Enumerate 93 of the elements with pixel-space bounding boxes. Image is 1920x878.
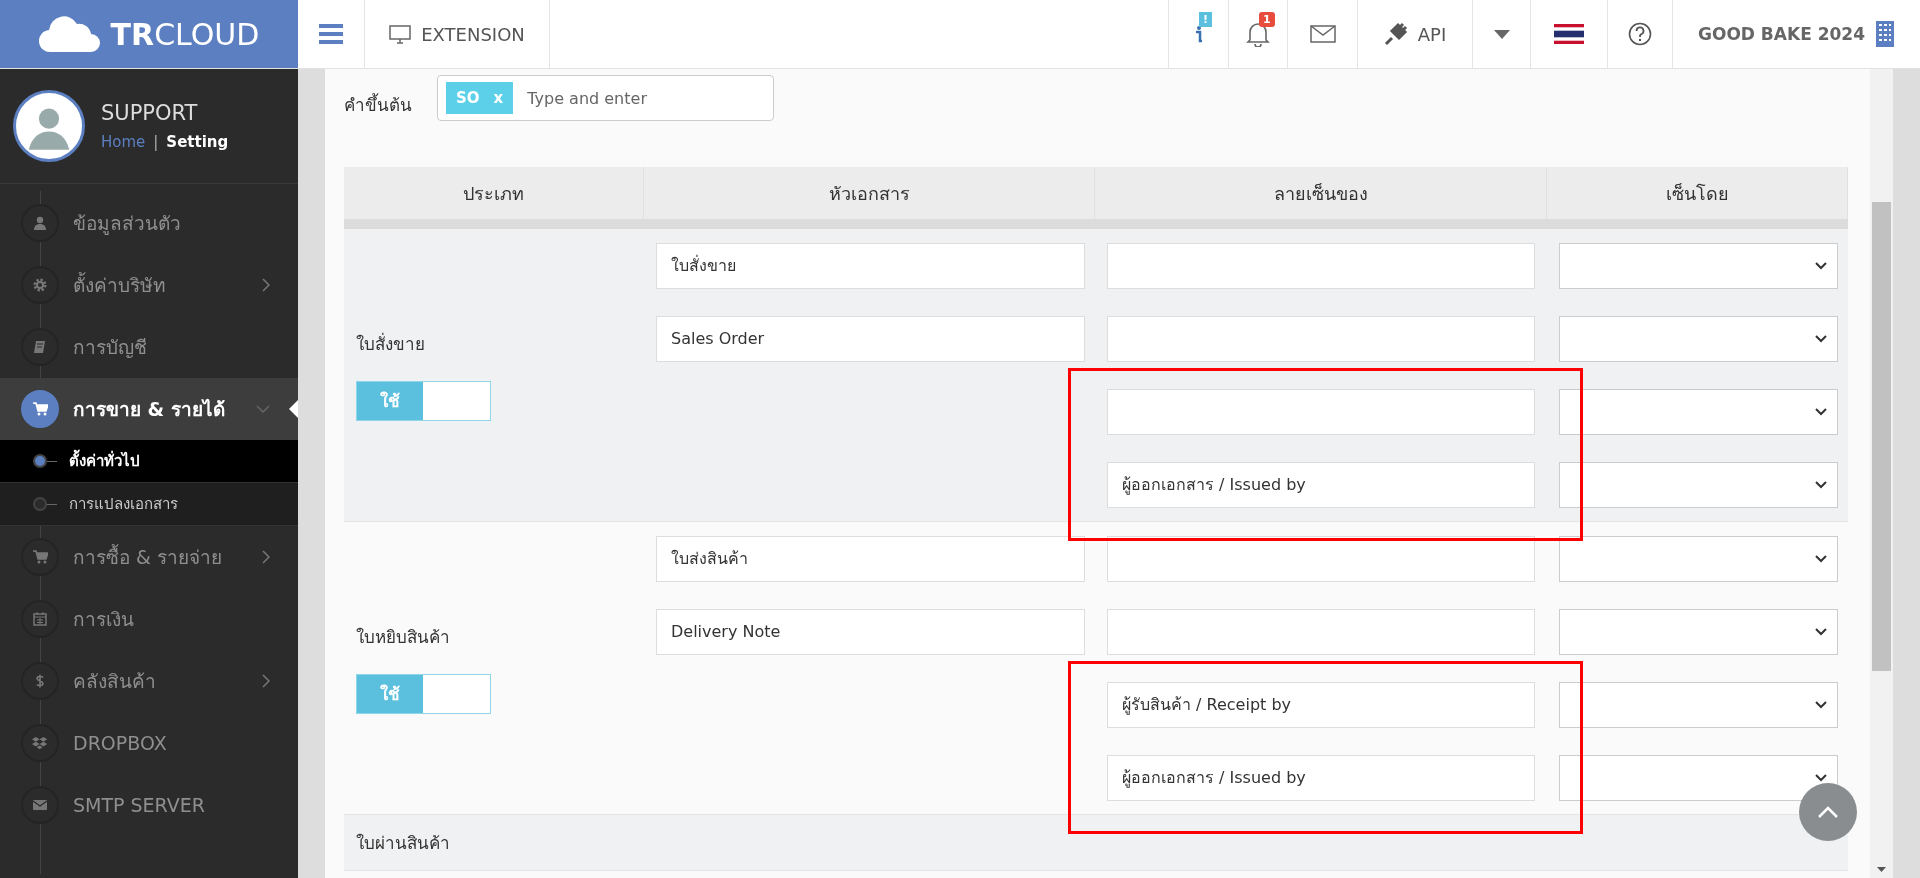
signature-field[interactable] bbox=[1107, 242, 1535, 289]
caret-icon bbox=[1493, 29, 1510, 39]
signer-select[interactable] bbox=[1559, 608, 1838, 655]
chevron-down-icon bbox=[1815, 261, 1827, 270]
gear-icon bbox=[32, 277, 48, 293]
column-header: เซ็นโดย bbox=[1547, 167, 1848, 219]
envelope-icon bbox=[1309, 25, 1336, 43]
sidebar-item[interactable]: การขาย & รายได้ bbox=[0, 378, 298, 440]
brand-logo[interactable]: TRCLOUD bbox=[0, 0, 298, 68]
document-title-field[interactable]: Sales Order bbox=[656, 315, 1085, 362]
menu-icon bbox=[318, 23, 344, 45]
sidebar-item-label: คลังสินค้า bbox=[73, 669, 156, 694]
signature-field[interactable] bbox=[1107, 388, 1535, 435]
company-button[interactable]: GOOD BAKE 2024 bbox=[1673, 0, 1920, 68]
sidebar-item[interactable]: ตั้งค่าบริษัท bbox=[0, 254, 298, 316]
signer-select[interactable] bbox=[1559, 681, 1838, 728]
chevron-down-icon bbox=[1815, 407, 1827, 416]
sidebar-item-label: การเงิน bbox=[73, 607, 134, 632]
document-type: ใบสั่งขาย bbox=[356, 331, 426, 356]
column-header: ประเภท bbox=[344, 167, 644, 219]
company-name: GOOD BAKE 2024 bbox=[1698, 24, 1865, 44]
chevron-down-icon bbox=[1815, 773, 1827, 782]
signer-select[interactable] bbox=[1559, 315, 1838, 362]
bell-icon bbox=[1246, 21, 1270, 47]
calendar-icon bbox=[32, 611, 48, 627]
signer-select[interactable] bbox=[1559, 388, 1838, 435]
document-title-field[interactable]: ใบส่งสินค้า bbox=[656, 535, 1085, 582]
notification-count: 1 bbox=[1259, 12, 1275, 27]
scrollbar[interactable] bbox=[1870, 69, 1893, 878]
document-type: ใบผ่านสินค้า bbox=[356, 832, 451, 855]
flag-icon bbox=[1554, 24, 1584, 44]
sidebar-item-label: การขาย & รายได้ bbox=[73, 397, 225, 422]
info-badge: ! bbox=[1199, 12, 1213, 27]
api-label: API bbox=[1417, 23, 1447, 45]
sidebar-item[interactable]: คลังสินค้า bbox=[0, 650, 298, 712]
extension-label: EXTENSION bbox=[421, 23, 525, 45]
person-icon bbox=[32, 215, 48, 231]
notification-button[interactable]: 1 bbox=[1229, 0, 1288, 68]
sidebar-item[interactable]: การเงิน bbox=[0, 588, 298, 650]
sidebar-item-label: การซื้อ & รายจ่าย bbox=[73, 543, 222, 570]
sidebar-item[interactable]: การซื้อ & รายจ่าย bbox=[0, 526, 298, 588]
sidebar-item-label: SMTP SERVER bbox=[73, 794, 205, 816]
signature-field[interactable]: ผู้ออกเอกสาร / Issued by bbox=[1107, 461, 1535, 508]
sidebar-item-label: DROPBOX bbox=[73, 732, 167, 754]
signer-select[interactable] bbox=[1559, 754, 1838, 801]
column-header: ลายเซ็นของ bbox=[1095, 167, 1547, 219]
column-header: หัวเอกสาร bbox=[644, 167, 1095, 219]
signature-field[interactable] bbox=[1107, 315, 1535, 362]
chevron-down-icon bbox=[1815, 554, 1827, 563]
envelope-icon bbox=[32, 797, 48, 813]
chevron-down-icon bbox=[1815, 480, 1827, 489]
sidebar-item[interactable]: ข้อมูลส่วนตัว bbox=[0, 192, 298, 254]
signature-field[interactable] bbox=[1107, 608, 1535, 655]
sidebar-item[interactable]: การบัญชี bbox=[0, 316, 298, 378]
api-button[interactable]: API bbox=[1358, 0, 1473, 68]
sidebar-item-label: ตั้งค่าบริษัท bbox=[73, 271, 166, 298]
plug-icon bbox=[1383, 22, 1408, 46]
cloud-icon bbox=[38, 15, 101, 53]
book-icon bbox=[32, 339, 48, 355]
cart-icon bbox=[32, 549, 48, 565]
monitor-icon bbox=[389, 24, 412, 44]
document-title-field[interactable]: Delivery Note bbox=[656, 608, 1085, 655]
document-type: ใบหยิบสินค้า bbox=[356, 625, 451, 649]
signature-field[interactable]: ผู้ออกเอกสาร / Issued by bbox=[1107, 754, 1535, 801]
signature-field[interactable]: ผู้รับสินค้า / Receipt by bbox=[1107, 681, 1535, 728]
cart-icon bbox=[32, 401, 48, 417]
chevron-down-icon bbox=[1815, 334, 1827, 343]
building-icon bbox=[1875, 20, 1895, 48]
submenu-item[interactable]: การแปลงเอกสาร bbox=[0, 483, 298, 526]
tag-chip: SO x bbox=[446, 82, 514, 114]
help-icon bbox=[1628, 22, 1652, 46]
breadcrumb-separator: | bbox=[153, 133, 159, 151]
chevron-down-icon bbox=[1815, 700, 1827, 709]
signer-select[interactable] bbox=[1559, 535, 1838, 582]
sidebar-item-label: การบัญชี bbox=[73, 335, 147, 360]
tag-text-input[interactable]: Type and enter bbox=[525, 87, 720, 109]
signature-field[interactable] bbox=[1107, 535, 1535, 582]
chevron-down-icon bbox=[1815, 627, 1827, 636]
document-title-field[interactable]: ใบสั่งขาย bbox=[656, 242, 1085, 289]
signer-select[interactable] bbox=[1559, 461, 1838, 508]
brand-name: TRCLOUD bbox=[110, 16, 260, 52]
chevron-up-icon bbox=[1817, 805, 1839, 819]
boxes-icon bbox=[32, 735, 48, 751]
extension-menu[interactable]: EXTENSION bbox=[364, 0, 550, 68]
submenu-item[interactable]: ตั้งค่าทั่วไป bbox=[0, 440, 298, 483]
sidebar-item[interactable]: DROPBOX bbox=[0, 712, 298, 774]
signer-select[interactable] bbox=[1559, 242, 1838, 289]
sidebar-item[interactable]: SMTP SERVER bbox=[0, 774, 298, 836]
breadcrumb-link[interactable]: Home bbox=[101, 133, 146, 151]
breadcrumb-link[interactable]: Setting bbox=[166, 133, 229, 151]
sidebar-item-label: ข้อมูลส่วนตัว bbox=[73, 211, 181, 237]
prefix-label: คำขึ้นต้น bbox=[344, 92, 412, 117]
user-name: SUPPORT bbox=[101, 101, 199, 125]
